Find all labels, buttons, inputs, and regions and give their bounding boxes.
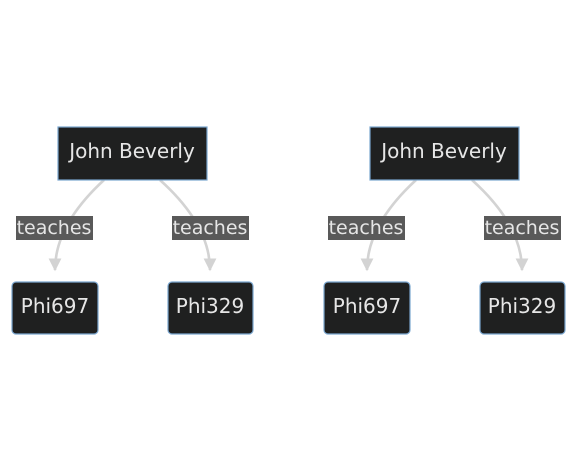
diagram-canvas: teaches teaches John Beverly Phi697 Phi3… bbox=[11, 126, 566, 335]
edge-label-2-2: teaches bbox=[484, 216, 561, 240]
node-phi329[interactable]: Phi329 bbox=[479, 281, 566, 335]
edge-label-text: teaches bbox=[329, 217, 404, 239]
node-label: Phi697 bbox=[333, 294, 401, 318]
node-john-beverly[interactable]: John Beverly bbox=[369, 126, 520, 181]
node-label: Phi329 bbox=[488, 294, 556, 318]
node-phi329[interactable]: Phi329 bbox=[167, 281, 254, 335]
node-label: Phi329 bbox=[176, 294, 244, 318]
node-phi697[interactable]: Phi697 bbox=[11, 281, 99, 335]
node-john-beverly[interactable]: John Beverly bbox=[57, 126, 208, 181]
node-label: John Beverly bbox=[67, 139, 195, 163]
node-label: Phi697 bbox=[21, 294, 89, 318]
edge-label-text: teaches bbox=[485, 217, 560, 239]
edge-label-text: teaches bbox=[17, 217, 92, 239]
edge-label-1-1: teaches bbox=[16, 216, 93, 240]
node-label: John Beverly bbox=[379, 139, 507, 163]
edge-label-1-2: teaches bbox=[172, 216, 249, 240]
flowchart-2: teaches teaches John Beverly Phi697 Phi3… bbox=[323, 126, 566, 335]
node-phi697[interactable]: Phi697 bbox=[323, 281, 411, 335]
edge-label-text: teaches bbox=[173, 217, 248, 239]
edge-label-2-1: teaches bbox=[328, 216, 405, 240]
flowchart-1: teaches teaches John Beverly Phi697 Phi3… bbox=[11, 126, 254, 335]
